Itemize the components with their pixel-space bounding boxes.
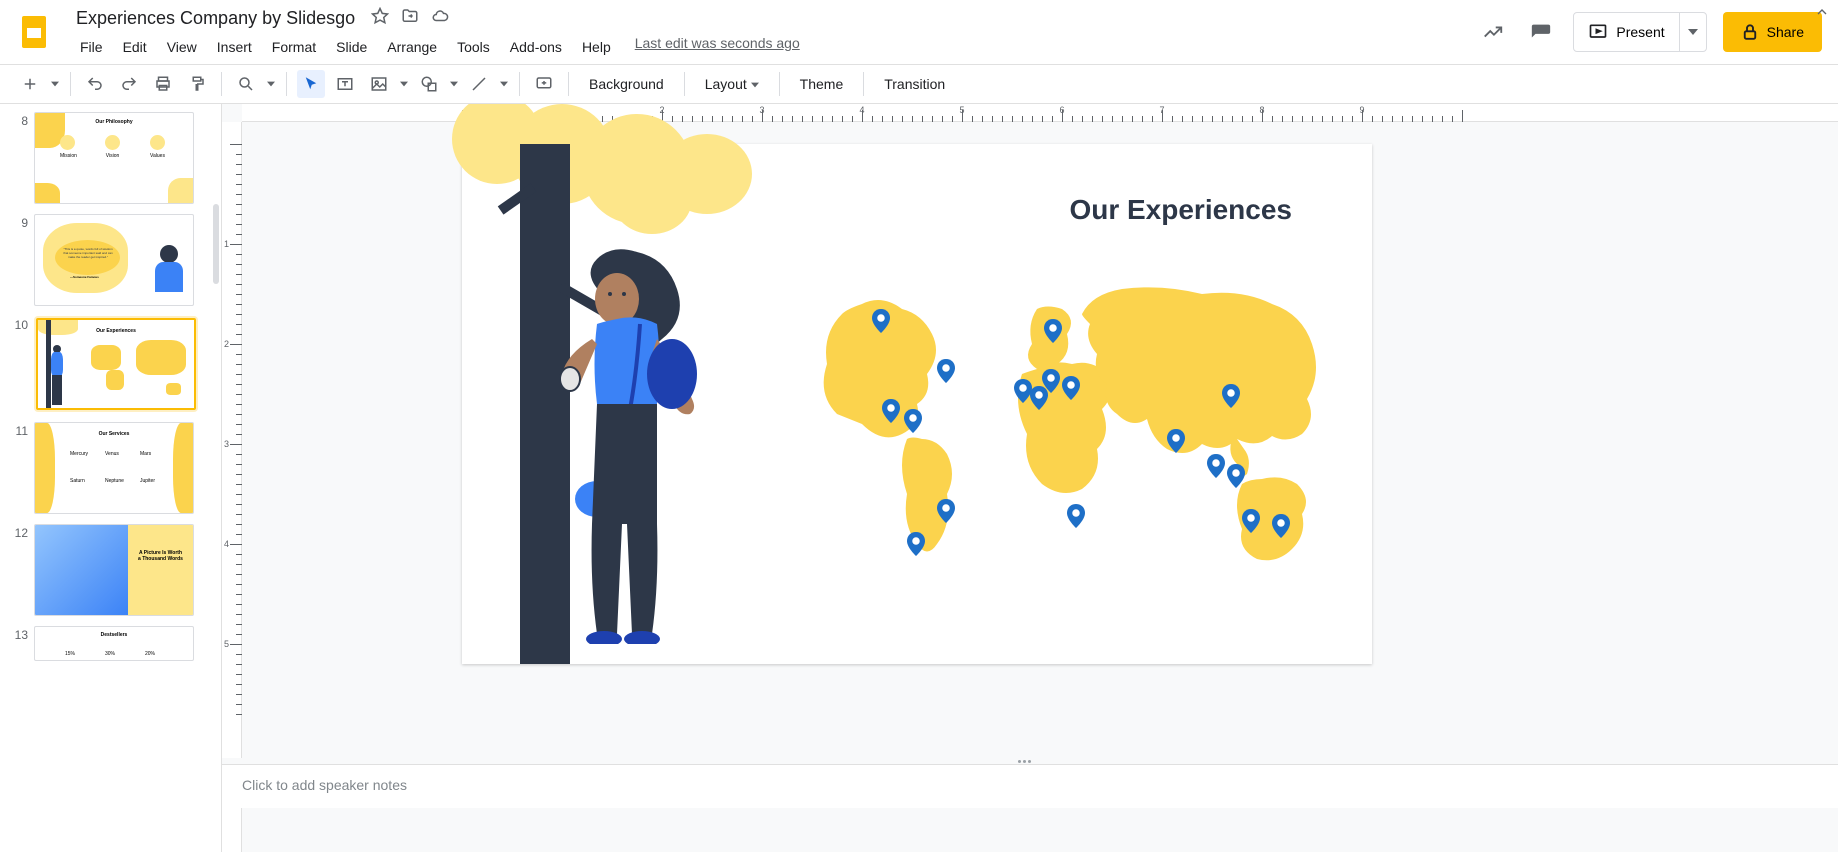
last-edit-link[interactable]: Last edit was seconds ago [635,35,800,59]
line-tool[interactable] [465,70,493,98]
zoom-dropdown[interactable] [266,80,276,88]
theme-button[interactable]: Theme [790,72,854,96]
map-pin [907,532,925,556]
cloud-illustration [462,124,772,254]
map-pin [872,309,890,333]
map-pin [1067,504,1085,528]
slide-title-text[interactable]: Our Experiences [1069,194,1292,226]
menu-file[interactable]: File [72,35,111,59]
map-pin [882,399,900,423]
shape-dropdown[interactable] [449,80,459,88]
canvas-area: 123456789 12345 Our Experiences [222,104,1838,852]
activity-icon[interactable] [1477,16,1509,48]
slide-thumb-9[interactable]: 9 "This is a quote, words full of wisdom… [4,214,217,306]
shape-tool[interactable] [415,70,443,98]
map-pin [1272,514,1290,538]
star-icon[interactable] [371,7,389,30]
slide-panel[interactable]: 8 Our Philosophy Mission Vision Values 9… [0,104,222,852]
map-pin [904,409,922,433]
title-area: Experiences Company by Slidesgo File Edi… [72,6,1477,59]
vertical-ruler[interactable]: 12345 [222,122,242,852]
print-button[interactable] [149,70,177,98]
menu-slide[interactable]: Slide [328,35,375,59]
header-actions: Present Share [1477,12,1822,52]
menu-insert[interactable]: Insert [209,35,260,59]
map-pin [937,359,955,383]
map-pin [1044,319,1062,343]
cloud-status-icon[interactable] [431,7,449,30]
image-tool[interactable] [365,70,393,98]
textbox-tool[interactable] [331,70,359,98]
map-pin [1227,464,1245,488]
menu-help[interactable]: Help [574,35,619,59]
app-header: Experiences Company by Slidesgo File Edi… [0,0,1838,64]
document-title[interactable]: Experiences Company by Slidesgo [72,6,359,31]
map-pin [1222,384,1240,408]
map-pin [1042,369,1060,393]
slide-thumb-8[interactable]: 8 Our Philosophy Mission Vision Values [4,112,217,204]
zoom-button[interactable] [232,70,260,98]
image-dropdown[interactable] [399,80,409,88]
menu-format[interactable]: Format [264,35,324,59]
present-button[interactable]: Present [1573,12,1706,52]
slides-logo[interactable] [16,12,56,52]
slide-thumb-10-selected[interactable]: 10 Our Experiences [4,316,217,412]
world-map [812,264,1342,594]
map-pin [1167,429,1185,453]
map-pin [1242,509,1260,533]
comments-icon[interactable] [1525,16,1557,48]
paint-format-button[interactable] [183,70,211,98]
toolbar: Background Layout Theme Transition [0,64,1838,104]
menu-arrange[interactable]: Arrange [379,35,445,59]
comment-tool[interactable] [530,70,558,98]
new-slide-button[interactable] [16,70,44,98]
share-button[interactable]: Share [1723,12,1822,52]
move-folder-icon[interactable] [401,7,419,30]
redo-button[interactable] [115,70,143,98]
slide-thumb-13[interactable]: 13 Destsellers 15% 30% 20% [4,626,217,661]
slide-thumb-12[interactable]: 12 A Picture Is Worth a Thousand Words [4,524,217,616]
sidebar-scrollbar[interactable] [213,204,219,284]
select-tool[interactable] [297,70,325,98]
slide-thumb-11[interactable]: 11 Our Services Mercury Venus Mars Satur… [4,422,217,514]
undo-button[interactable] [81,70,109,98]
line-dropdown[interactable] [499,80,509,88]
layout-button[interactable]: Layout [695,72,769,96]
menu-edit[interactable]: Edit [115,35,155,59]
new-slide-dropdown[interactable] [50,80,60,88]
main-area: 8 Our Philosophy Mission Vision Values 9… [0,104,1838,852]
menu-view[interactable]: View [159,35,205,59]
slide-canvas[interactable]: Our Experiences [462,144,1372,664]
background-button[interactable]: Background [579,72,674,96]
collapse-toolbar-icon[interactable] [1814,4,1830,25]
menu-bar: File Edit View Insert Format Slide Arran… [72,35,1477,59]
transition-button[interactable]: Transition [874,72,955,96]
speaker-notes[interactable]: Click to add speaker notes [222,764,1838,808]
share-label: Share [1767,24,1804,40]
menu-tools[interactable]: Tools [449,35,498,59]
present-label: Present [1616,24,1664,40]
notes-placeholder: Click to add speaker notes [242,777,407,793]
map-pin [1207,454,1225,478]
person-illustration [542,244,722,644]
menu-addons[interactable]: Add-ons [502,35,570,59]
map-pin [1062,376,1080,400]
map-pin [937,499,955,523]
present-dropdown[interactable] [1680,13,1706,51]
